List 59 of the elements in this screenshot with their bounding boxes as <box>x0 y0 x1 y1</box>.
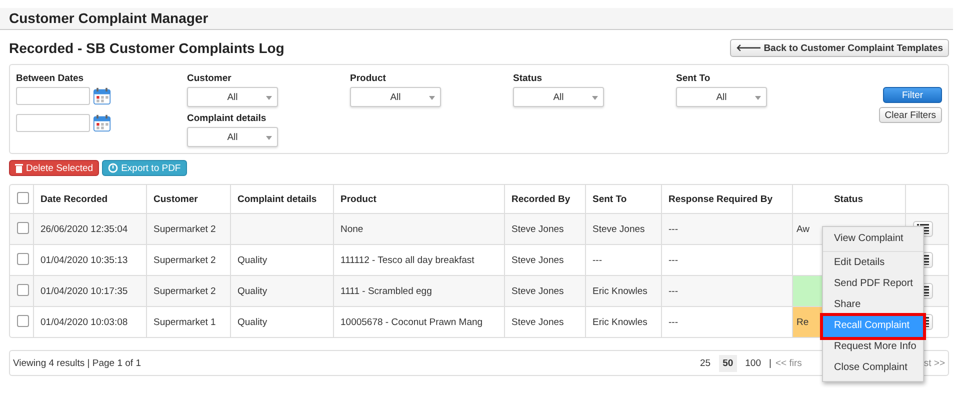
table-cell: --- <box>661 214 792 244</box>
menu-item[interactable]: Request More Info <box>823 337 923 358</box>
filter-label: Between Dates <box>16 73 85 84</box>
table-cell: None <box>333 214 504 244</box>
clock-icon <box>108 163 118 173</box>
table-cell: Eric Knowles <box>585 306 661 337</box>
filter-label: Sent To <box>676 73 712 84</box>
page-size-option[interactable]: 50 <box>718 354 738 372</box>
filter-label: Status <box>513 73 544 84</box>
date-field[interactable] <box>16 114 90 132</box>
page-title: Recorded - SB Customer Complaints Log <box>9 40 284 56</box>
select-all-checkbox[interactable] <box>17 192 29 204</box>
separator: | <box>769 358 772 368</box>
dropdown[interactable]: All <box>187 127 278 147</box>
table-cell: Steve Jones <box>504 306 585 337</box>
table-cell: Quality <box>230 276 333 306</box>
filter-label: Product <box>350 73 387 84</box>
table-cell: 26/06/2020 12:35:04 <box>33 214 146 244</box>
filter-label: Complaint details <box>187 113 268 124</box>
row-checkbox[interactable] <box>17 222 29 234</box>
dropdown[interactable]: All <box>187 87 278 107</box>
row-checkbox[interactable] <box>17 284 29 296</box>
table-cell: Supermarket 2 <box>146 214 230 244</box>
page-size-option[interactable]: 25 <box>696 354 715 372</box>
dropdown[interactable]: All <box>676 87 767 107</box>
first-page-link[interactable]: << firs <box>775 358 802 368</box>
results-summary: Viewing 4 results | Page 1 of 1 <box>13 358 141 368</box>
table-cell: --- <box>661 276 792 306</box>
row-checkbox[interactable] <box>17 314 29 326</box>
table-cell: 01/04/2020 10:03:08 <box>33 306 146 337</box>
table-cell: Steve Jones <box>585 214 661 244</box>
table-cell: 1111 - Scrambled egg <box>333 276 504 306</box>
table-cell: Eric Knowles <box>585 276 661 306</box>
row-checkbox[interactable] <box>17 252 29 264</box>
menu-item[interactable]: Send PDF Report <box>823 274 923 295</box>
page-size-option[interactable]: 100 <box>741 354 765 372</box>
table-cell: Supermarket 2 <box>146 276 230 306</box>
app-title: Customer Complaint Manager <box>9 10 208 26</box>
clear-filters-button[interactable]: Clear Filters <box>878 107 942 123</box>
table-cell: 10005678 - Coconut Prawn Mang <box>333 306 504 337</box>
table-cell: 01/04/2020 10:17:35 <box>33 276 146 306</box>
menu-item[interactable]: Edit Details <box>823 253 923 274</box>
table-cell: Supermarket 1 <box>146 306 230 337</box>
filter-button[interactable]: Filter <box>883 87 942 103</box>
last-page-link[interactable]: st >> <box>924 358 945 368</box>
calendar-icon[interactable] <box>93 114 111 132</box>
back-button[interactable]: 🡐 Back to Customer Complaint Templates <box>730 39 949 57</box>
delete-button[interactable]: Delete Selected <box>9 160 100 176</box>
trash-icon <box>15 163 23 173</box>
table-cell: Steve Jones <box>504 214 585 244</box>
date-field[interactable] <box>16 87 90 105</box>
table-cell: --- <box>661 306 792 337</box>
table-cell: Steve Jones <box>504 276 585 306</box>
calendar-icon[interactable] <box>93 87 111 105</box>
menu-item[interactable]: Close Complaint <box>823 358 923 379</box>
dropdown[interactable]: All <box>350 87 441 107</box>
filter-label: Customer <box>187 73 232 84</box>
dropdown[interactable]: All <box>513 87 604 107</box>
table-cell: Quality <box>230 306 333 337</box>
